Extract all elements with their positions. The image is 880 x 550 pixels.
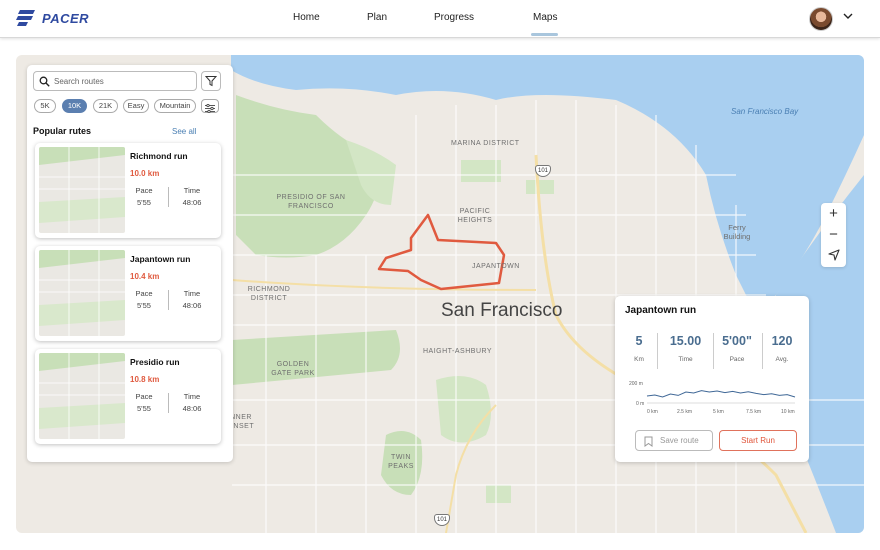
pace-value: 5'55 — [137, 301, 151, 310]
stat-value: 5 — [635, 334, 643, 348]
nav-progress[interactable]: Progress — [434, 12, 474, 23]
label-pacific-heights: PACIFIC HEIGHTS — [457, 208, 493, 224]
label-richmond: RICHMOND DISTRICT — [247, 286, 291, 302]
elevation-x-label: 5 km — [713, 409, 724, 415]
stat-divider — [168, 290, 169, 310]
label-japantown: JAPANTOWN — [472, 263, 520, 270]
label-haight: HAIGHT-ASHBURY — [423, 348, 493, 355]
pace-value: 5'55 — [137, 404, 151, 413]
chip-easy[interactable]: Easy — [123, 99, 149, 113]
start-run-button[interactable]: Start Run — [719, 430, 797, 451]
time-value: 48:06 — [182, 198, 202, 207]
brand-name: PACER — [42, 10, 90, 26]
stat-label: Km — [634, 356, 644, 363]
label-twin-peaks: TWIN PEAKS — [388, 454, 414, 470]
save-route-button[interactable]: Save route — [635, 430, 713, 451]
route-detail-title: Japantown run — [625, 305, 697, 316]
stat-distance: 5 Km — [627, 334, 651, 363]
stat-divider — [168, 393, 169, 413]
pacer-logo[interactable]: PACER — [16, 9, 89, 27]
time-label: Time — [183, 289, 201, 298]
time-label: Time — [183, 186, 201, 195]
see-all-link[interactable]: See all — [172, 127, 196, 136]
label-sf-bay: San Francisco Bay — [731, 107, 799, 116]
route-card[interactable]: Richmond run 10.0 km Pace 5'55 Time 48:0… — [35, 143, 221, 238]
elevation-x-label: 0 km — [647, 409, 658, 415]
label-golden-gate: GOLDEN GATE PARK — [271, 361, 315, 377]
time-value: 48:06 — [182, 404, 202, 413]
route-distance: 10.0 km — [130, 169, 160, 178]
time-label: Time — [183, 392, 201, 401]
elevation-chart: 200 m 0 m 0 km 2.5 km 5 km 7.5 km 10 km — [629, 381, 796, 415]
stat-divider — [168, 187, 169, 207]
stat-value: 5'00" — [722, 334, 752, 348]
label-presidio: PRESIDIO OF SAN FRANCISCO — [276, 194, 346, 210]
elevation-x-label: 10 km — [781, 409, 795, 415]
route-card[interactable]: Japantown run 10.4 km Pace 5'55 Time 48:… — [35, 246, 221, 341]
stat-label: Pace — [729, 356, 745, 363]
search-placeholder: Search routes — [54, 77, 104, 86]
stat-avg: 120 Avg. — [767, 334, 797, 363]
save-route-label: Save route — [660, 436, 699, 445]
chip-mountain[interactable]: Mountain — [154, 99, 196, 113]
top-header: PACER Home Plan Progress Maps — [0, 0, 880, 38]
stat-label: Avg. — [775, 356, 789, 363]
route-distance: 10.4 km — [130, 272, 160, 281]
funnel-icon — [204, 76, 218, 87]
route-distance: 10.8 km — [130, 375, 160, 384]
zoom-in-button[interactable]: + — [821, 203, 846, 224]
user-avatar[interactable] — [809, 7, 833, 31]
routes-panel: Search routes 5K 10K 21K Easy Mountain P… — [27, 65, 233, 462]
chevron-down-icon[interactable] — [843, 12, 853, 23]
map-controls: + − — [821, 203, 846, 267]
elevation-y-label: 0 m — [636, 401, 644, 407]
pace-value: 5'55 — [137, 198, 151, 207]
pacer-logo-icon — [16, 10, 35, 26]
route-thumbnail — [39, 147, 125, 233]
search-icon — [39, 76, 50, 87]
nav-maps[interactable]: Maps — [533, 12, 557, 23]
filter-button[interactable] — [201, 71, 221, 91]
elevation-profile-line — [646, 390, 796, 398]
stat-time: 15.00 Time — [663, 334, 708, 363]
label-marina: MARINA DISTRICT — [451, 140, 520, 147]
pace-label: Pace — [135, 392, 153, 401]
chip-5k[interactable]: 5K — [34, 99, 56, 113]
chip-10k[interactable]: 10K — [62, 99, 87, 113]
route-name: Richmond run — [130, 151, 188, 161]
time-value: 48:06 — [182, 301, 202, 310]
search-input[interactable]: Search routes — [33, 71, 197, 91]
stat-pace: 5'00" Pace — [717, 334, 757, 363]
stat-divider — [762, 333, 763, 369]
route-name: Presidio run — [130, 357, 180, 367]
zoom-out-button[interactable]: − — [821, 224, 846, 245]
city-label: San Francisco — [441, 300, 563, 321]
stat-label: Time — [678, 356, 693, 363]
route-detail-popup: Japantown run 5 Km 15.00 Time 5'00" Pace… — [615, 296, 809, 462]
adjust-button[interactable] — [201, 99, 219, 114]
route-name: Japantown run — [130, 254, 191, 264]
bookmark-icon — [644, 436, 653, 447]
chip-21k[interactable]: 21K — [93, 99, 118, 113]
stat-value: 15.00 — [669, 334, 702, 348]
label-ferry-building: Ferry Building — [723, 223, 751, 241]
stat-value: 120 — [771, 334, 793, 348]
pace-label: Pace — [135, 289, 153, 298]
elevation-x-label: 2.5 km — [677, 409, 692, 415]
route-card[interactable]: Presidio run 10.8 km Pace 5'55 Time 48:0… — [35, 349, 221, 444]
nav-home[interactable]: Home — [293, 12, 320, 23]
popular-routes-title: Popular rutes — [33, 126, 92, 136]
locate-button[interactable] — [821, 245, 846, 266]
route-thumbnail — [39, 353, 125, 439]
stat-divider — [713, 333, 714, 369]
elevation-y-label: 200 m — [629, 381, 643, 387]
nav-plan[interactable]: Plan — [367, 12, 387, 23]
navigation-arrow-icon — [827, 249, 840, 261]
elevation-x-label: 7.5 km — [746, 409, 761, 415]
stat-divider — [657, 333, 658, 369]
route-thumbnail — [39, 250, 125, 336]
active-nav-indicator — [531, 33, 558, 36]
sliders-icon — [205, 103, 215, 114]
pace-label: Pace — [135, 186, 153, 195]
